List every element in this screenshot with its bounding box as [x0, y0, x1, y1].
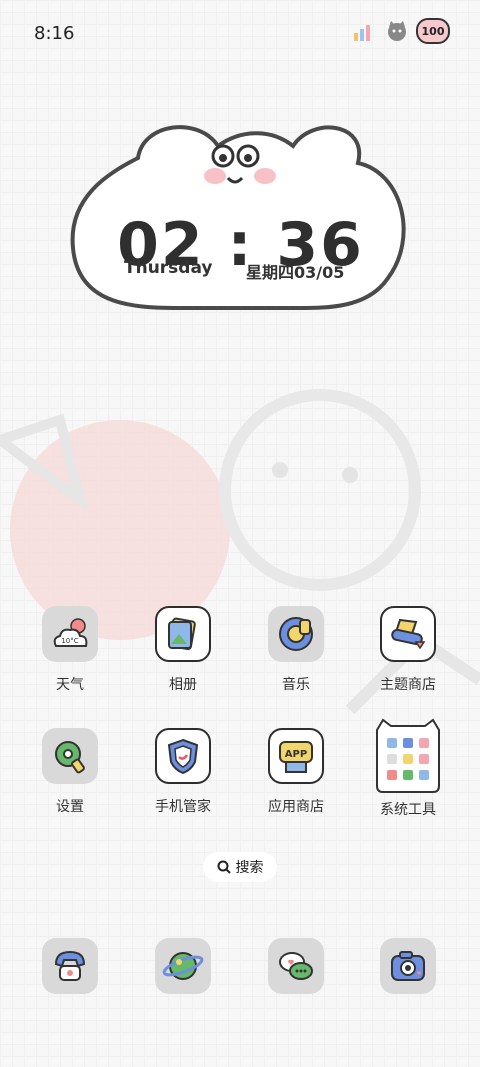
app-label: 设置: [56, 799, 84, 815]
dock-browser[interactable]: [137, 938, 229, 994]
app-folder-system-tools[interactable]: 系统工具: [362, 716, 454, 819]
music-icon: [268, 606, 324, 662]
camera-icon: [380, 938, 436, 994]
clock-time: 02 : 36: [117, 210, 364, 280]
search-label: 搜索: [235, 860, 264, 876]
app-music[interactable]: 音乐: [250, 606, 342, 694]
clock-weekday: Thursday: [124, 258, 213, 278]
app-label: 天气: [56, 677, 84, 693]
dock-messages[interactable]: [250, 938, 342, 994]
app-app-store[interactable]: APP 应用商店: [250, 728, 342, 816]
status-bar: 8:16 100: [0, 0, 480, 64]
app-phone-manager[interactable]: 手机管家: [137, 728, 229, 816]
app-label: 音乐: [282, 677, 310, 693]
phone-icon: [42, 938, 98, 994]
weather-temp: 10°C: [61, 637, 78, 645]
settings-icon: [42, 728, 98, 784]
phone-manager-icon: [155, 728, 211, 784]
app-weather[interactable]: 10°C 天气: [24, 606, 116, 694]
clock-date: 星期四03/05: [246, 263, 345, 282]
app-theme-store[interactable]: 主题商店: [362, 606, 454, 694]
theme-store-icon: [380, 606, 436, 662]
app-settings[interactable]: 设置: [24, 728, 116, 816]
battery-icon: 100: [416, 18, 450, 44]
app-label: 相册: [169, 677, 197, 693]
messages-icon: [268, 938, 324, 994]
app-label: 应用商店: [268, 799, 324, 815]
status-time: 8:16: [34, 23, 75, 44]
dock-phone[interactable]: [24, 938, 116, 994]
app-gallery[interactable]: 相册: [137, 606, 229, 694]
dock-camera[interactable]: [362, 938, 454, 994]
app-label: 主题商店: [380, 677, 436, 693]
app-label: 系统工具: [380, 802, 436, 818]
signal-icon: [354, 25, 370, 41]
clock-widget[interactable]: 02 : 36 Thursday 星期四03/05: [68, 118, 413, 314]
system-tools-folder-icon: [376, 718, 440, 793]
app-store-icon: APP: [268, 728, 324, 784]
cat-sticker-icon: [388, 21, 406, 41]
battery-level: 100: [421, 24, 445, 38]
search-icon: [217, 860, 231, 874]
app-label: 手机管家: [155, 799, 211, 815]
app-store-badge: APP: [285, 749, 307, 760]
weather-icon: 10°C: [42, 606, 98, 662]
browser-icon: [155, 938, 211, 994]
status-icons: 100: [352, 18, 450, 44]
gallery-icon: [155, 606, 211, 662]
search-button[interactable]: 搜索: [203, 852, 277, 882]
